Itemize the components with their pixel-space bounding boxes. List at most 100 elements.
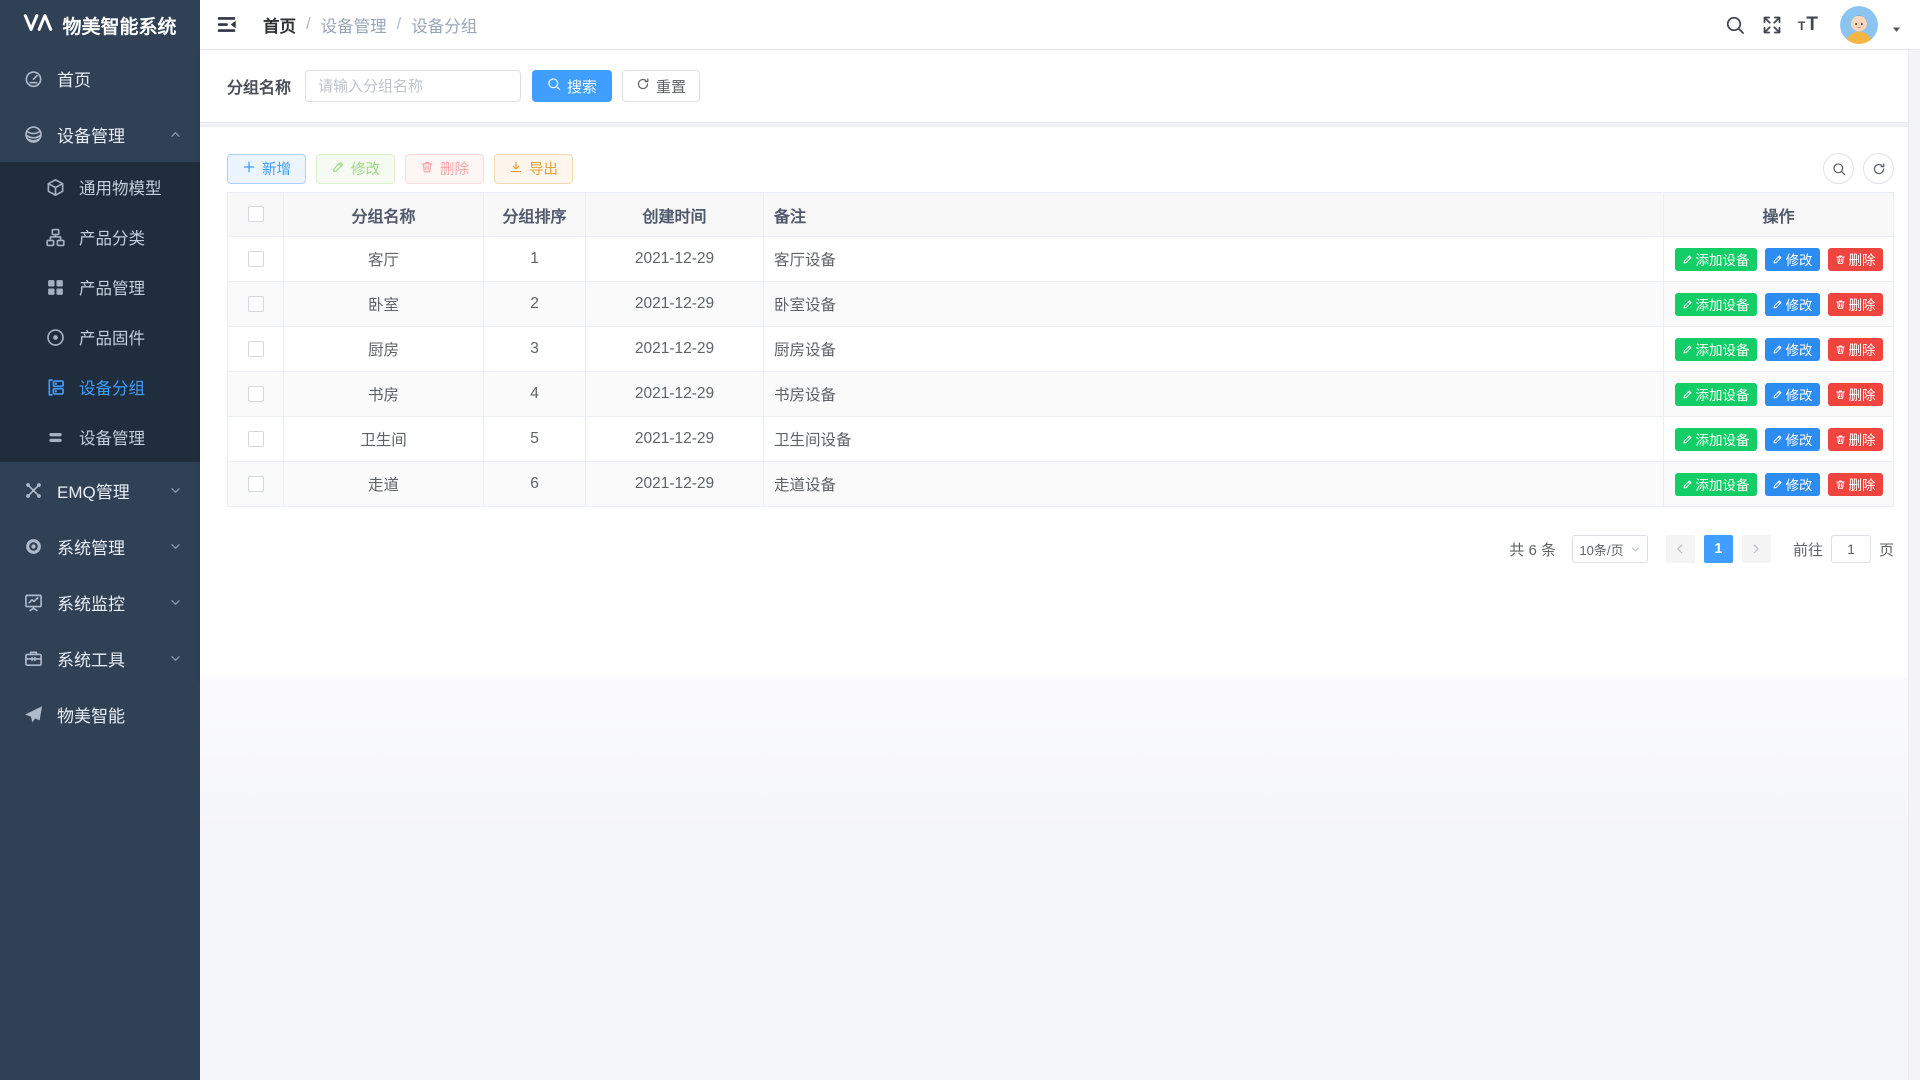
- row-checkbox[interactable]: [248, 341, 264, 357]
- sidebar-item-label: 系统工具: [57, 646, 125, 671]
- delete-row-button[interactable]: 删除: [1828, 383, 1883, 406]
- paper-plane-icon: [24, 704, 44, 724]
- sidebar-menu: 首页设备管理通用物模型产品分类产品管理产品固件设备分组设备管理EMQ管理系统管理…: [0, 50, 200, 1080]
- row-checkbox[interactable]: [248, 476, 264, 492]
- filter-bar: 分组名称 搜索 重置: [200, 50, 1908, 122]
- search-button[interactable]: 搜索: [532, 70, 612, 102]
- sidebar-item-general-model[interactable]: 通用物模型: [0, 162, 200, 212]
- page-card: 分组名称 搜索 重置: [200, 50, 1908, 677]
- edit-row-button[interactable]: 修改: [1765, 293, 1820, 316]
- add-device-button[interactable]: 添加设备: [1675, 383, 1757, 406]
- row-checkbox[interactable]: [248, 251, 264, 267]
- goto-page-input[interactable]: [1831, 535, 1871, 563]
- user-menu-caret-icon[interactable]: [1891, 24, 1902, 35]
- reset-button[interactable]: 重置: [622, 70, 700, 102]
- sidebar-item-product-firmware[interactable]: 产品固件: [0, 312, 200, 362]
- search-icon: [547, 77, 561, 95]
- cell-created: 2021-12-29: [586, 462, 764, 507]
- sidebar-item-label: 系统管理: [57, 534, 125, 559]
- sidebar-item-emq-mgmt[interactable]: EMQ管理: [0, 462, 200, 518]
- fullscreen-icon[interactable]: [1761, 14, 1783, 36]
- header-search-icon[interactable]: [1724, 14, 1746, 36]
- chevron-down-icon: [169, 596, 182, 609]
- edit-row-button[interactable]: 修改: [1765, 383, 1820, 406]
- app-title: 物美智能系统: [62, 12, 176, 39]
- pagination-total: 共 6 条: [1509, 539, 1556, 560]
- sidebar-item-system-mgmt[interactable]: 系统管理: [0, 518, 200, 574]
- sidebar-item-wumei-smart[interactable]: 物美智能: [0, 686, 200, 742]
- sidebar-item-device-list[interactable]: 设备管理: [0, 412, 200, 462]
- select-all-checkbox[interactable]: [248, 206, 264, 222]
- export-button[interactable]: 导出: [494, 154, 573, 184]
- edit-icon: [331, 160, 345, 178]
- trash-icon: [1835, 344, 1846, 355]
- edit-row-button[interactable]: 修改: [1765, 473, 1820, 496]
- edit-icon: [1682, 479, 1693, 490]
- dot-circle-icon: [46, 327, 66, 347]
- chevron-up-icon: [169, 128, 182, 141]
- row-checkbox[interactable]: [248, 296, 264, 312]
- delete-row-button[interactable]: 删除: [1828, 473, 1883, 496]
- sidebar-item-label: 产品管理: [79, 275, 145, 299]
- add-device-button[interactable]: 添加设备: [1675, 293, 1757, 316]
- trash-icon: [420, 160, 434, 178]
- col-group-order: 分组排序: [484, 193, 586, 237]
- next-page-button[interactable]: [1742, 535, 1771, 563]
- edit-icon: [1772, 254, 1783, 265]
- prev-page-button[interactable]: [1666, 535, 1695, 563]
- font-size-icon[interactable]: TT: [1798, 15, 1819, 34]
- page-number-1[interactable]: 1: [1704, 535, 1733, 563]
- bars-icon: [46, 427, 66, 447]
- sidebar-item-product-mgmt[interactable]: 产品管理: [0, 262, 200, 312]
- breadcrumb-item[interactable]: 设备管理: [321, 13, 387, 37]
- sidebar-item-label: 设备管理: [57, 122, 125, 147]
- cell-created: 2021-12-29: [586, 327, 764, 372]
- page-background: [200, 677, 1908, 1080]
- table-row: 客厅12021-12-29客厅设备添加设备修改删除: [228, 237, 1894, 282]
- dashboard-icon: [24, 68, 44, 88]
- row-checkbox[interactable]: [248, 431, 264, 447]
- edit-row-button[interactable]: 修改: [1765, 338, 1820, 361]
- table-header-row: 分组名称 分组排序 创建时间 备注 操作: [228, 193, 1894, 237]
- app-logo[interactable]: 物美智能系统: [0, 0, 200, 50]
- row-checkbox[interactable]: [248, 386, 264, 402]
- page-size-select[interactable]: 10条/页: [1572, 535, 1648, 563]
- trash-icon: [1835, 254, 1846, 265]
- cell-group-name: 走道: [284, 462, 484, 507]
- avatar[interactable]: [1840, 6, 1878, 44]
- sidebar-item-system-tools[interactable]: 系统工具: [0, 630, 200, 686]
- edit-row-button[interactable]: 修改: [1765, 428, 1820, 451]
- add-device-button[interactable]: 添加设备: [1675, 473, 1757, 496]
- cell-remark: 客厅设备: [764, 237, 1664, 282]
- col-created: 创建时间: [586, 193, 764, 237]
- table-row: 书房42021-12-29书房设备添加设备修改删除: [228, 372, 1894, 417]
- delete-row-button[interactable]: 删除: [1828, 338, 1883, 361]
- edit-button[interactable]: 修改: [316, 154, 395, 184]
- delete-row-button[interactable]: 删除: [1828, 293, 1883, 316]
- toolbox-icon: [24, 648, 44, 668]
- group-name-input[interactable]: [305, 70, 521, 102]
- sidebar-item-system-monitor[interactable]: 系统监控: [0, 574, 200, 630]
- sidebar: 物美智能系统 首页设备管理通用物模型产品分类产品管理产品固件设备分组设备管理EM…: [0, 0, 200, 1080]
- sidebar-item-home[interactable]: 首页: [0, 50, 200, 106]
- cell-group-order: 5: [484, 417, 586, 462]
- add-button[interactable]: 新增: [227, 154, 306, 184]
- delete-row-button[interactable]: 删除: [1828, 428, 1883, 451]
- sidebar-item-device-group[interactable]: 设备分组: [0, 362, 200, 412]
- add-device-button[interactable]: 添加设备: [1675, 338, 1757, 361]
- delete-row-button[interactable]: 删除: [1828, 248, 1883, 271]
- add-device-button[interactable]: 添加设备: [1675, 248, 1757, 271]
- delete-button[interactable]: 删除: [405, 154, 484, 184]
- sidebar-collapse-button[interactable]: [216, 14, 238, 36]
- add-device-button[interactable]: 添加设备: [1675, 428, 1757, 451]
- scrollbar-gutter[interactable]: [1908, 50, 1920, 1080]
- edit-icon: [1682, 434, 1693, 445]
- sidebar-item-device-mgmt[interactable]: 设备管理: [0, 106, 200, 162]
- chevron-down-icon: [169, 484, 182, 497]
- table-section: 新增 修改 删除: [200, 127, 1908, 677]
- edit-row-button[interactable]: 修改: [1765, 248, 1820, 271]
- toggle-search-button[interactable]: [1823, 153, 1854, 184]
- refresh-table-button[interactable]: [1863, 153, 1894, 184]
- sidebar-item-product-category[interactable]: 产品分类: [0, 212, 200, 262]
- breadcrumb-item[interactable]: 首页: [263, 13, 296, 37]
